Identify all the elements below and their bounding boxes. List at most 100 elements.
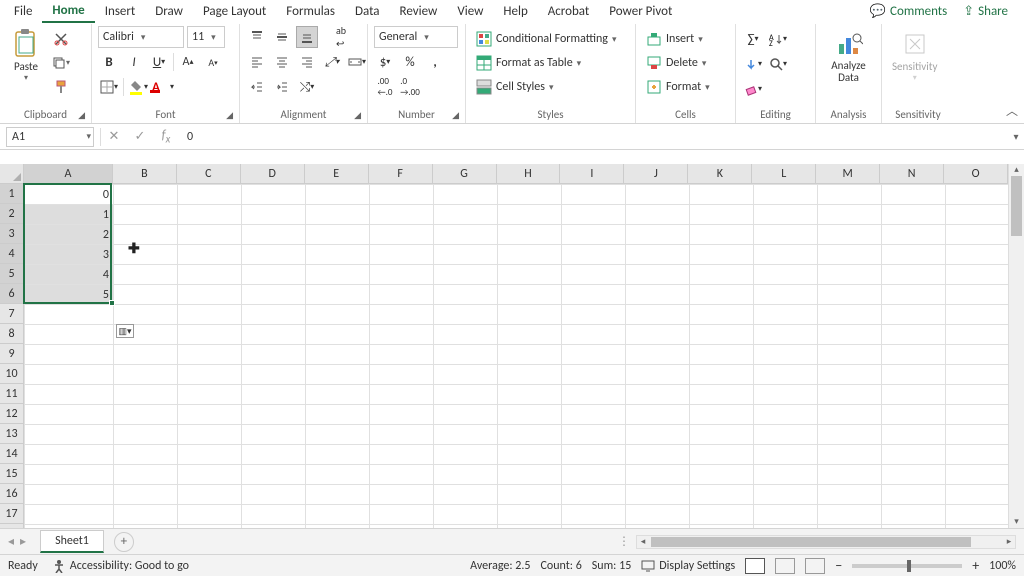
- cell-o12[interactable]: [946, 405, 1010, 425]
- cell-k12[interactable]: [690, 405, 754, 425]
- cell-l14[interactable]: [754, 445, 818, 465]
- cell-i5[interactable]: [562, 265, 626, 285]
- cell-e15[interactable]: [306, 465, 370, 485]
- col-header-l[interactable]: L: [752, 164, 816, 183]
- cell-a10[interactable]: [25, 365, 114, 385]
- cell-i7[interactable]: [562, 305, 626, 325]
- cell-d1[interactable]: [242, 185, 306, 205]
- cell-m12[interactable]: [818, 405, 882, 425]
- col-header-o[interactable]: O: [944, 164, 1008, 183]
- cell-d13[interactable]: [242, 425, 306, 445]
- cell-m7[interactable]: [818, 305, 882, 325]
- cell-c3[interactable]: [178, 225, 242, 245]
- cell-a11[interactable]: [25, 385, 114, 405]
- cell-l5[interactable]: [754, 265, 818, 285]
- cell-o15[interactable]: [946, 465, 1010, 485]
- cell-c7[interactable]: [178, 305, 242, 325]
- cell-b15[interactable]: [114, 465, 178, 485]
- cell-e1[interactable]: [306, 185, 370, 205]
- cell-j15[interactable]: [626, 465, 690, 485]
- cell-h2[interactable]: [498, 205, 562, 225]
- col-header-b[interactable]: B: [113, 164, 177, 183]
- cell-g11[interactable]: [434, 385, 498, 405]
- font-name-select[interactable]: Calibri▾: [98, 26, 184, 48]
- cell-j16[interactable]: [626, 485, 690, 505]
- cancel-formula-button[interactable]: ✕: [101, 129, 127, 144]
- cell-m11[interactable]: [818, 385, 882, 405]
- cell-n4[interactable]: [882, 245, 946, 265]
- cell-m4[interactable]: [818, 245, 882, 265]
- cell-d5[interactable]: [242, 265, 306, 285]
- tab-acrobat[interactable]: Acrobat: [538, 1, 600, 22]
- cell-f8[interactable]: [370, 325, 434, 345]
- cell-f14[interactable]: [370, 445, 434, 465]
- wrap-text-button[interactable]: ab↩: [330, 26, 352, 48]
- sensitivity-button[interactable]: Sensitivity ▾: [888, 26, 941, 85]
- cell-l8[interactable]: [754, 325, 818, 345]
- cell-a15[interactable]: [25, 465, 114, 485]
- cell-c5[interactable]: [178, 265, 242, 285]
- cell-a14[interactable]: [25, 445, 114, 465]
- cell-c10[interactable]: [178, 365, 242, 385]
- cell-n7[interactable]: [882, 305, 946, 325]
- decrease-decimal-button[interactable]: .0→.00: [399, 76, 421, 98]
- fill-color-button[interactable]: ▾: [127, 76, 149, 98]
- cell-f16[interactable]: [370, 485, 434, 505]
- cell-m8[interactable]: [818, 325, 882, 345]
- zoom-slider[interactable]: [852, 564, 962, 568]
- cell-h1[interactable]: [498, 185, 562, 205]
- cell-n15[interactable]: [882, 465, 946, 485]
- cell-l4[interactable]: [754, 245, 818, 265]
- cell-j14[interactable]: [626, 445, 690, 465]
- cell-g7[interactable]: [434, 305, 498, 325]
- cell-i2[interactable]: [562, 205, 626, 225]
- cell-o11[interactable]: [946, 385, 1010, 405]
- cell-j8[interactable]: [626, 325, 690, 345]
- increase-font-button[interactable]: A▴: [177, 51, 199, 73]
- cell-g10[interactable]: [434, 365, 498, 385]
- cell-f10[interactable]: [370, 365, 434, 385]
- cell-j17[interactable]: [626, 505, 690, 525]
- cell-l2[interactable]: [754, 205, 818, 225]
- col-header-j[interactable]: J: [624, 164, 688, 183]
- normal-view-button[interactable]: [745, 558, 765, 574]
- cell-styles-button[interactable]: Cell Styles▾: [472, 76, 620, 98]
- row-header-6[interactable]: 6: [0, 284, 23, 304]
- cell-n14[interactable]: [882, 445, 946, 465]
- cell-g4[interactable]: [434, 245, 498, 265]
- cell-o16[interactable]: [946, 485, 1010, 505]
- col-header-h[interactable]: H: [497, 164, 561, 183]
- cell-n8[interactable]: [882, 325, 946, 345]
- cell-k1[interactable]: [690, 185, 754, 205]
- cell-e11[interactable]: [306, 385, 370, 405]
- cell-m2[interactable]: [818, 205, 882, 225]
- cell-l15[interactable]: [754, 465, 818, 485]
- cell-d4[interactable]: [242, 245, 306, 265]
- cell-b2[interactable]: [114, 205, 178, 225]
- cell-c8[interactable]: [178, 325, 242, 345]
- cell-e9[interactable]: [306, 345, 370, 365]
- underline-button[interactable]: U▾: [148, 51, 170, 73]
- format-as-table-button[interactable]: Format as Table▾: [472, 52, 620, 74]
- cell-j9[interactable]: [626, 345, 690, 365]
- tab-home[interactable]: Home: [42, 0, 94, 23]
- column-headers[interactable]: A B C D E F G H I J K L M N O: [24, 164, 1008, 184]
- new-sheet-button[interactable]: +: [114, 532, 134, 552]
- cell-g6[interactable]: [434, 285, 498, 305]
- cell-g14[interactable]: [434, 445, 498, 465]
- cell-f1[interactable]: [370, 185, 434, 205]
- font-launcher[interactable]: ◢: [226, 110, 233, 121]
- cut-button[interactable]: [50, 28, 72, 50]
- cell-d17[interactable]: [242, 505, 306, 525]
- cell-n17[interactable]: [882, 505, 946, 525]
- cell-f17[interactable]: [370, 505, 434, 525]
- cell-i3[interactable]: [562, 225, 626, 245]
- cell-d8[interactable]: [242, 325, 306, 345]
- merge-button[interactable]: ▾: [346, 51, 368, 73]
- accounting-format-button[interactable]: $▾: [374, 51, 396, 73]
- col-header-a[interactable]: A: [24, 164, 113, 183]
- cell-h13[interactable]: [498, 425, 562, 445]
- cell-b16[interactable]: [114, 485, 178, 505]
- cell-i13[interactable]: [562, 425, 626, 445]
- analyze-data-button[interactable]: Analyze Data: [822, 26, 875, 86]
